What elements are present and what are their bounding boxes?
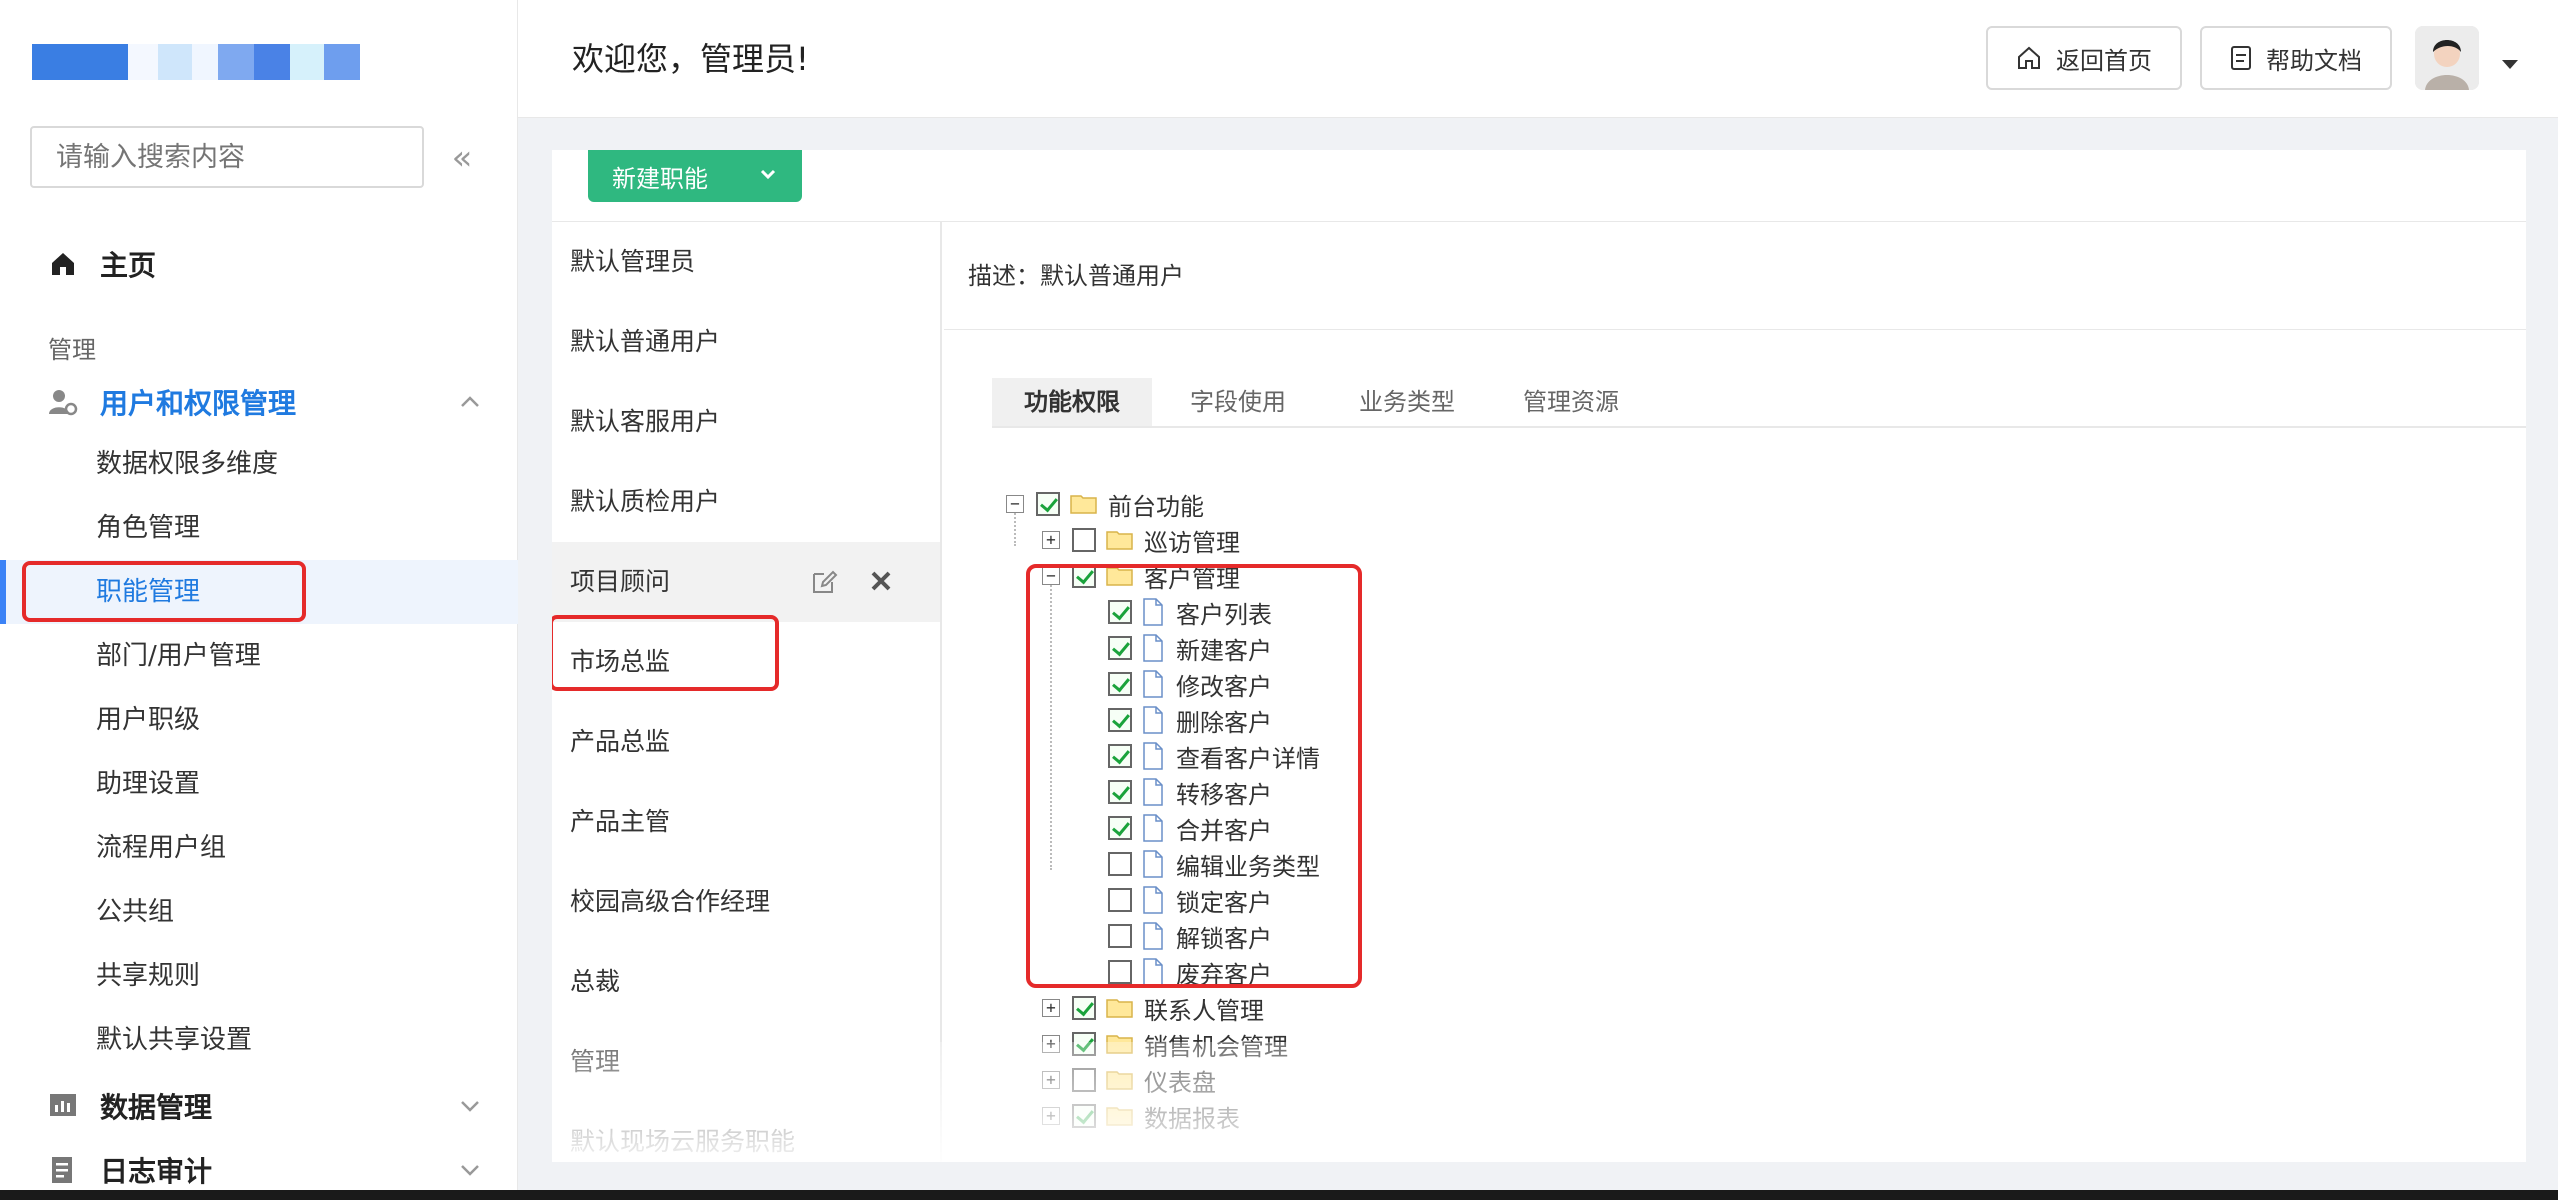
log-icon	[46, 1153, 80, 1187]
collapse-sidebar-icon[interactable]: «	[442, 136, 482, 180]
app-root: « 主页 管理 用户和权限管理 数据权限多维度 角色管理 职能管理 部门/用户管…	[0, 0, 2558, 1200]
tree-checkbox[interactable]	[1072, 528, 1096, 552]
chevron-up-icon	[461, 396, 479, 407]
document-icon	[2231, 46, 2251, 70]
role-description: 描述：默认普通用户	[944, 222, 2526, 330]
delete-icon[interactable]	[868, 568, 894, 594]
user-settings-icon	[46, 385, 80, 419]
tree-node-root: − 前台功能	[1006, 486, 1204, 522]
folder-icon	[1106, 1107, 1133, 1126]
top-header: 欢迎您，管理员! 返回首页 帮助文档	[518, 0, 2558, 118]
tree-checkbox[interactable]	[1072, 1032, 1096, 1056]
sidebar-item-role[interactable]: 角色管理	[0, 496, 518, 560]
highlight-box-sidebar	[22, 561, 306, 622]
role-item[interactable]: 总裁	[552, 942, 940, 1022]
home-outline-icon	[2018, 46, 2040, 69]
new-function-button[interactable]: 新建职能	[588, 150, 802, 202]
nav-home[interactable]: 主页	[0, 232, 518, 296]
home-icon	[46, 247, 80, 281]
sidebar: « 主页 管理 用户和权限管理 数据权限多维度 角色管理 职能管理 部门/用户管…	[0, 0, 518, 1200]
avatar[interactable]	[2415, 26, 2479, 90]
tree-node-contacts: + 联系人管理	[1042, 990, 1264, 1026]
expand-toggle-icon[interactable]: +	[1042, 1107, 1060, 1125]
tree-checkbox[interactable]	[1036, 492, 1060, 516]
welcome-text: 欢迎您，管理员!	[572, 40, 809, 78]
nav-group-log-label: 日志审计	[100, 1155, 213, 1188]
tree-node-report: + 数据报表	[1042, 1098, 1240, 1134]
tab-business-type[interactable]: 业务类型	[1332, 378, 1482, 426]
tree-node-label: 联系人管理	[1144, 996, 1264, 1025]
permission-tabs: 功能权限 字段使用 业务类型 管理资源	[992, 378, 2526, 428]
role-item[interactable]: 管理	[552, 1022, 940, 1102]
folder-icon	[1106, 1035, 1133, 1054]
search-input[interactable]	[30, 126, 424, 188]
role-item-selected[interactable]: 项目顾问	[552, 542, 940, 622]
tab-manage-resource[interactable]: 管理资源	[1496, 378, 1646, 426]
chevron-down-icon	[461, 1165, 479, 1176]
expand-toggle-icon[interactable]: +	[1042, 1071, 1060, 1089]
nav-group-data-label: 数据管理	[100, 1091, 213, 1124]
folder-icon	[1106, 999, 1133, 1018]
role-item[interactable]: 默认普通用户	[552, 302, 940, 382]
chevron-down-icon	[461, 1101, 479, 1112]
sidebar-item-dept-user[interactable]: 部门/用户管理	[0, 624, 518, 688]
tree-node-label: 巡访管理	[1144, 528, 1240, 557]
role-item[interactable]: 默认现场云服务职能	[552, 1102, 940, 1162]
folder-icon	[1106, 1071, 1133, 1090]
tree-checkbox[interactable]	[1072, 1104, 1096, 1128]
tree-node-label: 仪表盘	[1144, 1068, 1216, 1097]
help-docs-label: 帮助文档	[2266, 46, 2362, 75]
role-item[interactable]: 校园高级合作经理	[552, 862, 940, 942]
tree-node-dashboard: + 仪表盘	[1042, 1062, 1216, 1098]
collapse-toggle-icon[interactable]: −	[1006, 495, 1024, 513]
role-item-label: 项目顾问	[570, 567, 671, 596]
role-item[interactable]: 默认质检用户	[552, 462, 940, 542]
expand-toggle-icon[interactable]: +	[1042, 1035, 1060, 1053]
folder-open-icon	[1070, 495, 1097, 514]
tab-function-permission[interactable]: 功能权限	[992, 378, 1152, 426]
folder-icon	[1106, 531, 1133, 550]
tree-node-label: 销售机会管理	[1144, 1032, 1288, 1061]
tree-node-label: 前台功能	[1108, 492, 1204, 521]
content-toolbar: 新建职能	[552, 150, 2526, 222]
sidebar-item-user-level[interactable]: 用户职级	[0, 688, 518, 752]
expand-toggle-icon[interactable]: +	[1042, 999, 1060, 1017]
sidebar-item-default-share[interactable]: 默认共享设置	[0, 1008, 518, 1072]
role-item[interactable]: 产品主管	[552, 782, 940, 862]
tree-checkbox[interactable]	[1072, 996, 1096, 1020]
back-home-button[interactable]: 返回首页	[1986, 26, 2182, 90]
tree-checkbox[interactable]	[1072, 1068, 1096, 1092]
sidebar-item-flow-group[interactable]: 流程用户组	[0, 816, 518, 880]
tree-node-opportunity: + 销售机会管理	[1042, 1026, 1288, 1062]
logo	[32, 44, 360, 80]
sidebar-item-share-rule[interactable]: 共享规则	[0, 944, 518, 1008]
tree-node-visit: + 巡访管理	[1042, 522, 1240, 558]
role-item[interactable]: 产品总监	[552, 702, 940, 782]
chevron-down-icon	[760, 169, 776, 180]
role-list: 默认管理员 默认普通用户 默认客服用户 默认质检用户 项目顾问 市场总监 产品总…	[552, 222, 942, 1162]
expand-toggle-icon[interactable]: +	[1042, 531, 1060, 549]
role-item[interactable]: 默认管理员	[552, 222, 940, 302]
user-menu-caret-icon[interactable]	[2502, 60, 2518, 69]
back-home-label: 返回首页	[2056, 46, 2152, 75]
section-label: 管理	[48, 336, 96, 364]
main-content: 新建职能 默认管理员 默认普通用户 默认客服用户 默认质检用户 项目顾问 市场总…	[552, 150, 2526, 1162]
window-bottom-edge	[0, 1190, 2558, 1200]
sidebar-item-assistant[interactable]: 助理设置	[0, 752, 518, 816]
tab-field-usage[interactable]: 字段使用	[1168, 378, 1308, 426]
sidebar-item-public-group[interactable]: 公共组	[0, 880, 518, 944]
highlight-box-role	[552, 615, 779, 691]
help-docs-button[interactable]: 帮助文档	[2200, 26, 2392, 90]
highlight-box-customer-tree	[1026, 564, 1362, 988]
edit-icon[interactable]	[810, 568, 838, 596]
tree-node-label: 数据报表	[1144, 1104, 1240, 1133]
role-item[interactable]: 默认客服用户	[552, 382, 940, 462]
nav-group-user-label: 用户和权限管理	[100, 387, 297, 420]
sidebar-item-data-permission[interactable]: 数据权限多维度	[0, 432, 518, 496]
nav-group-data[interactable]: 数据管理	[0, 1074, 518, 1138]
nav-home-label: 主页	[100, 249, 157, 282]
new-function-label: 新建职能	[612, 164, 708, 193]
nav-group-user-permission[interactable]: 用户和权限管理	[0, 370, 518, 434]
data-icon	[46, 1089, 80, 1123]
